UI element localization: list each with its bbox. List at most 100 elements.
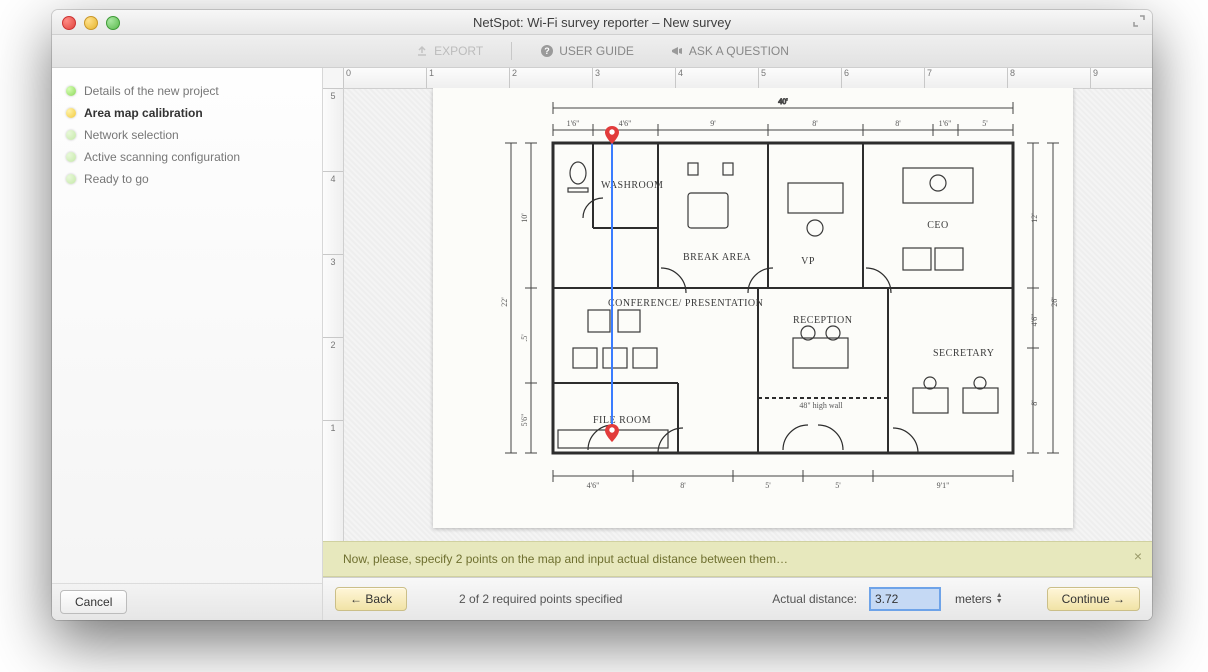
window-title: NetSpot: Wi-Fi survey reporter – New sur… [52,15,1152,30]
svg-text:1'6": 1'6" [939,119,952,128]
status-dot-icon [66,174,76,184]
ruler-tick: 2 [323,337,343,420]
instruction-bar: Now, please, specify 2 points on the map… [323,541,1152,577]
units-label: meters [955,592,992,606]
status-dot-icon [66,108,76,118]
ruler-tick: 1 [426,68,509,88]
toolbar: EXPORT ? USER GUIDE ASK A QUESTION [52,35,1152,68]
ruler-tick: 5 [323,88,343,171]
ruler-tick: 3 [323,254,343,337]
wizard-step-scanning[interactable]: Active scanning configuration [58,146,316,168]
calibration-line[interactable] [611,138,613,428]
status-dot-icon [66,86,76,96]
ruler-horizontal: 0 1 2 3 4 5 6 7 8 9 [343,68,1152,89]
ruler-tick: 4 [675,68,758,88]
close-icon[interactable]: × [1134,548,1142,564]
ask-question-button[interactable]: ASK A QUESTION [662,41,797,61]
wizard-step-label: Ready to go [84,172,149,186]
svg-text:5'6": 5'6" [520,414,529,427]
cancel-button[interactable]: Cancel [60,590,127,614]
map-canvas[interactable]: 40' [343,88,1152,541]
svg-text:9': 9' [710,119,716,128]
svg-text:1'6": 1'6" [567,119,580,128]
svg-text:40': 40' [778,97,788,106]
ruler-tick: 9 [1090,68,1152,88]
ruler-tick: 3 [592,68,675,88]
export-button[interactable]: EXPORT [407,41,491,61]
distance-input[interactable] [869,587,941,611]
status-dot-icon [66,152,76,162]
wizard-step-ready[interactable]: Ready to go [58,168,316,190]
svg-text:4'6": 4'6" [619,119,632,128]
svg-text:4'6": 4'6" [587,481,600,490]
svg-text:5': 5' [982,119,988,128]
main-panel: 0 1 2 3 4 5 6 7 8 9 5 4 3 [323,68,1152,620]
wizard-step-label: Network selection [84,128,179,142]
wizard-footer: ← Back 2 of 2 required points specified … [323,577,1152,620]
svg-text:FILE ROOM: FILE ROOM [593,415,651,426]
svg-text:?: ? [544,46,550,56]
continue-button[interactable]: Continue → [1047,587,1140,611]
svg-text:22': 22' [500,297,509,307]
svg-text:SECRETARY: SECRETARY [933,348,995,359]
export-label: EXPORT [434,44,483,58]
svg-text:9'1": 9'1" [937,481,950,490]
svg-text:48" high wall: 48" high wall [799,401,843,410]
svg-text:8': 8' [1030,400,1039,406]
ask-question-label: ASK A QUESTION [689,44,789,58]
units-select[interactable]: meters ▲▼ [953,590,1005,608]
ruler-tick: 6 [841,68,924,88]
svg-text:5': 5' [765,481,771,490]
ruler-vertical: 5 4 3 2 1 [323,88,344,541]
wizard-step-label: Active scanning configuration [84,150,240,164]
back-button[interactable]: ← Back [335,587,407,611]
ruler-tick: 5 [758,68,841,88]
ruler-tick: 7 [924,68,1007,88]
ruler-tick: 8 [1007,68,1090,88]
titlebar: NetSpot: Wi-Fi survey reporter – New sur… [52,10,1152,35]
ruler-corner [323,68,344,89]
zoom-window-button[interactable] [106,16,120,30]
user-guide-label: USER GUIDE [559,44,634,58]
wizard-step-label: Details of the new project [84,84,219,98]
svg-text:5': 5' [835,481,841,490]
fullscreen-icon[interactable] [1132,14,1146,28]
svg-text:CONFERENCE/ PRESENTATION: CONFERENCE/ PRESENTATION [608,298,763,309]
calibration-pin-start[interactable] [605,126,619,144]
svg-text:BREAK AREA: BREAK AREA [683,252,751,263]
help-icon: ? [540,44,554,58]
application-window: NetSpot: Wi-Fi survey reporter – New sur… [52,10,1152,620]
svg-text:RECEPTION: RECEPTION [793,315,853,326]
toolbar-divider [511,42,512,60]
svg-text:8': 8' [895,119,901,128]
ruler-tick: 4 [323,171,343,254]
wizard-step-label: Area map calibration [84,106,203,120]
user-guide-button[interactable]: ? USER GUIDE [532,41,642,61]
wizard-step-details[interactable]: Details of the new project [58,80,316,102]
distance-label: Actual distance: [772,592,857,606]
ruler-tick: 2 [509,68,592,88]
svg-text:CEO: CEO [927,220,949,231]
status-dot-icon [66,130,76,140]
close-window-button[interactable] [62,16,76,30]
minimize-window-button[interactable] [84,16,98,30]
svg-text:.5': .5' [520,334,529,342]
svg-text:VP: VP [801,256,815,267]
svg-text:26': 26' [1050,297,1059,307]
instruction-text: Now, please, specify 2 points on the map… [343,552,788,566]
svg-text:8': 8' [812,119,818,128]
export-icon [415,44,429,58]
wizard-sidebar: Details of the new project Area map cali… [52,68,323,620]
svg-text:8': 8' [680,481,686,490]
wizard-steps-list: Details of the new project Area map cali… [52,68,322,583]
ruler-tick: 0 [343,68,426,88]
svg-text:4'6": 4'6" [1030,314,1039,327]
svg-text:12': 12' [1030,213,1039,223]
megaphone-icon [670,44,684,58]
svg-text:10': 10' [520,213,529,223]
floorplan-image: 40' [433,88,1073,528]
wizard-step-calibration[interactable]: Area map calibration [58,102,316,124]
wizard-step-network[interactable]: Network selection [58,124,316,146]
ruler-tick: 1 [323,420,343,503]
calibration-pin-end[interactable] [605,424,619,442]
